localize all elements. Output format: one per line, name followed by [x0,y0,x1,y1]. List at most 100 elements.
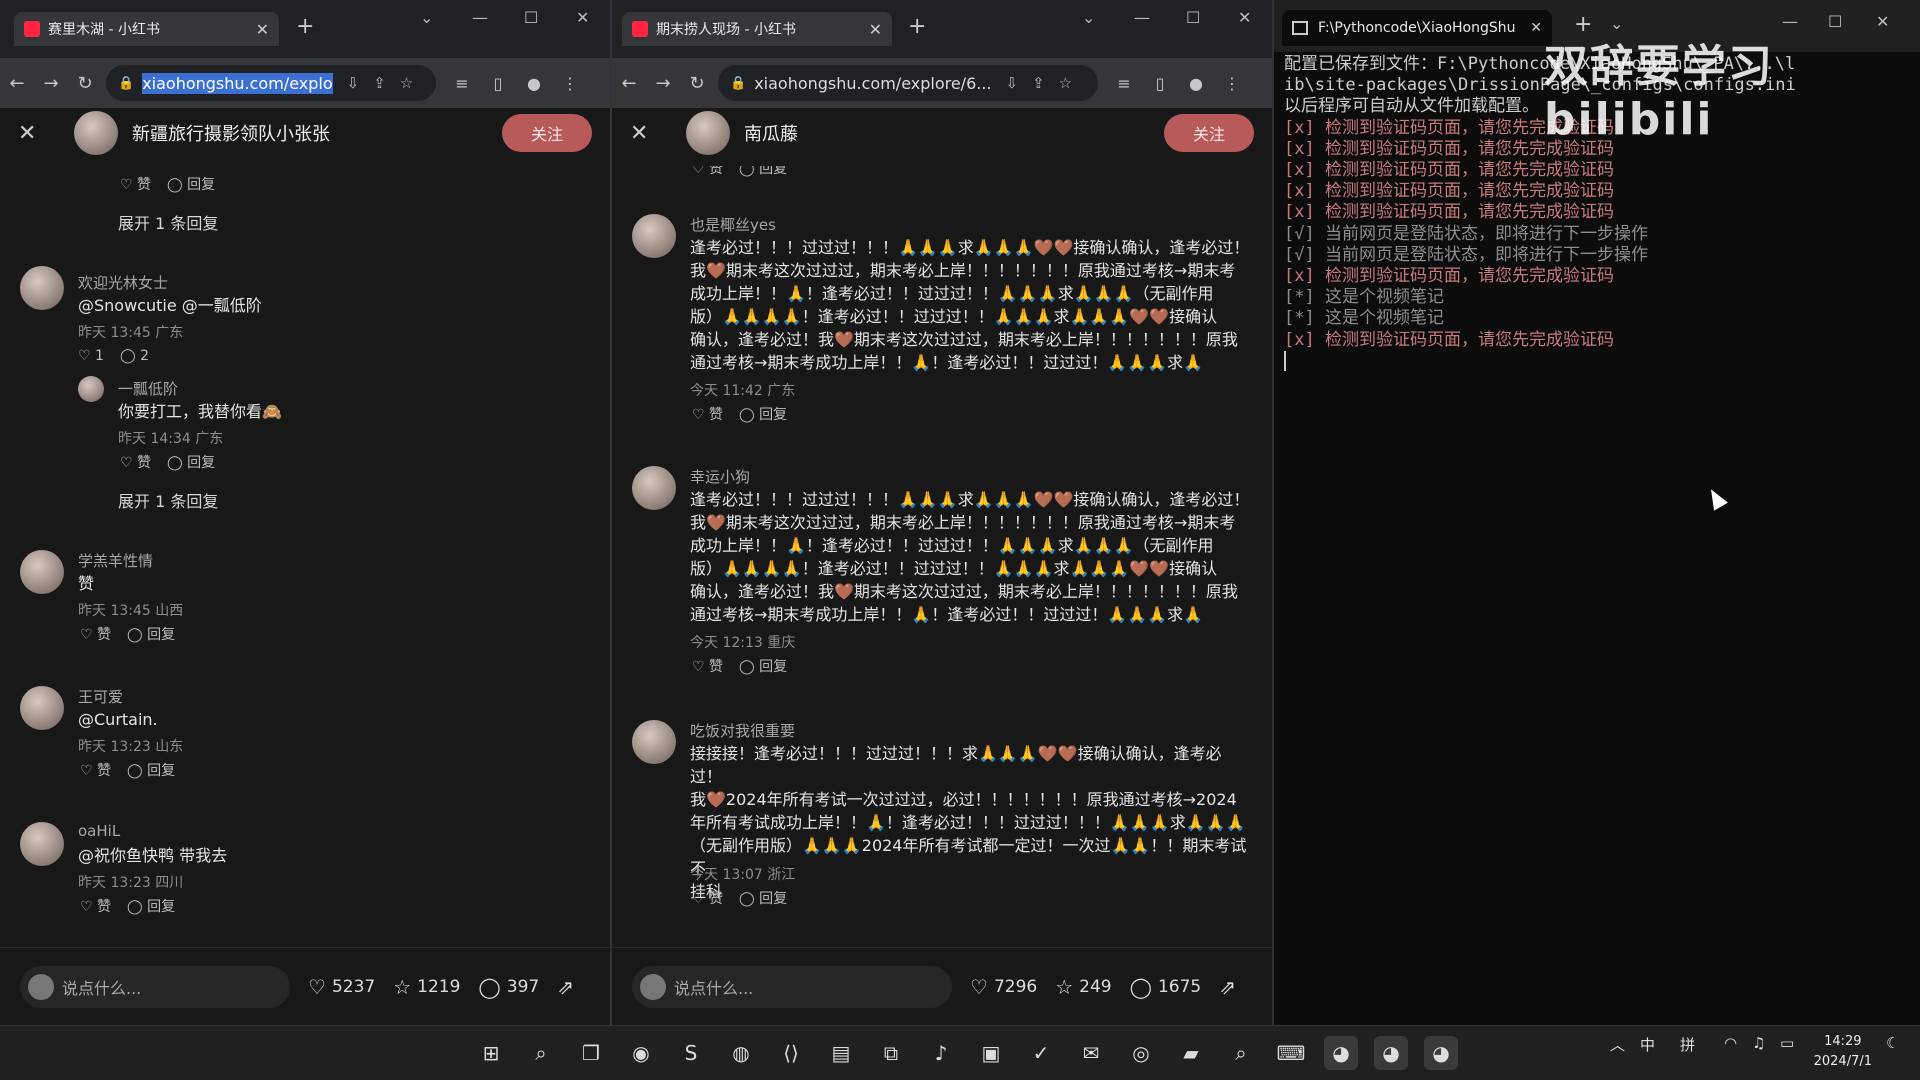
commenter-avatar[interactable] [20,266,64,310]
close-tab-icon[interactable]: ✕ [1530,20,1542,36]
address-bar[interactable]: 🔒 xiaohongshu.com/explo ⇩ ⇪ ☆ [106,65,436,101]
reply-button[interactable]: ◯ 回复 [167,177,215,193]
browser-app-icon[interactable]: ◎ [1124,1036,1158,1070]
comment-stat[interactable]: ◯ 1675 [1130,975,1202,999]
install-icon[interactable]: ⇩ [347,74,360,92]
follow-button[interactable]: 关注 [502,114,592,152]
new-tab-icon[interactable]: + [908,14,926,39]
like-button[interactable]: ♡ 赞 [692,659,723,675]
commenter-avatar[interactable] [20,550,64,594]
side-panel-icon[interactable]: ▯ [480,74,516,93]
close-note-icon[interactable]: ✕ [18,121,58,146]
commenter-name[interactable]: 欢迎光林女士 [78,272,168,293]
maximize-icon[interactable]: ☐ [1186,8,1200,27]
back-icon[interactable]: ← [0,73,34,94]
firefox-icon[interactable]: ◍ [724,1036,758,1070]
close-tab-icon[interactable]: ✕ [256,20,269,39]
commenter-avatar[interactable] [20,822,64,866]
expand-replies-link[interactable]: 展开 1 条回复 [118,210,218,234]
install-icon[interactable]: ⇩ [1006,74,1019,92]
ime-mode[interactable]: 拼 [1680,1034,1695,1055]
reply-button[interactable]: ◯ 回复 [739,407,787,423]
back-icon[interactable]: ← [612,73,646,94]
reply-button[interactable]: ◯ 回复 [127,627,175,643]
address-bar[interactable]: 🔒 xiaohongshu.com/explore/6... ⇩ ⇪ ☆ [718,65,1098,101]
reading-list-icon[interactable]: ≡ [1106,74,1142,93]
close-tab-icon[interactable]: ✕ [869,20,882,39]
commenter-name[interactable]: 王可爱 [78,686,123,707]
ime-language[interactable]: 中 [1640,1034,1655,1055]
file-explorer-icon[interactable]: ▰ [1174,1036,1208,1070]
commenter-avatar[interactable] [78,376,104,402]
commenter-avatar[interactable] [632,466,676,510]
photo-app-icon[interactable]: ▣ [974,1036,1008,1070]
comments-list[interactable]: ♡ 赞 ◯ 回复 展开 1 条回复 欢迎光林女士 @Snowcutie @一瓢低阶… [0,166,610,947]
commenter-avatar[interactable] [20,686,64,730]
menu-icon[interactable]: ⋮ [552,74,588,93]
side-panel-icon[interactable]: ▯ [1142,74,1178,93]
reload-icon[interactable]: ↻ [68,73,102,94]
bookmark-star-icon[interactable]: ☆ [1059,74,1072,92]
share-icon[interactable]: ⇪ [373,74,386,92]
share-stat[interactable]: ⇗ [1219,975,1242,999]
reply-button[interactable]: ◯ 回复 [739,166,787,177]
close-window-icon[interactable]: ✕ [1876,12,1889,31]
browser-tab[interactable]: 期末捞人现场 - 小红书 ✕ [622,12,892,46]
like-button[interactable]: ♡ 赞 [80,627,111,643]
star-stat[interactable]: ☆ 1219 [393,975,460,999]
check-app-icon[interactable]: ✓ [1024,1036,1058,1070]
music-app-icon[interactable]: ♪ [924,1036,958,1070]
like-stat[interactable]: ♡ 5237 [308,975,375,999]
comment-stat[interactable]: ◯ 397 [478,975,539,999]
maximize-icon[interactable]: ☐ [1828,12,1842,31]
maximize-icon[interactable]: ☐ [524,8,538,27]
close-note-icon[interactable]: ✕ [630,121,670,146]
battery-icon[interactable]: ▭ [1780,1034,1794,1052]
minimize-icon[interactable]: — [472,8,488,27]
terminal-tab[interactable]: F:\Pythoncode\XiaoHongShu ✕ [1282,10,1552,46]
commenter-avatar[interactable] [632,214,676,258]
expand-replies-link[interactable]: 展开 1 条回复 [118,488,218,512]
notification-icon[interactable]: ☾ [1886,1034,1899,1052]
notepad-icon[interactable]: ▤ [824,1036,858,1070]
bookmark-star-icon[interactable]: ☆ [400,74,413,92]
like-button[interactable]: ♡ 赞 [692,407,723,423]
start-menu-icon[interactable]: ⊞ [474,1036,508,1070]
reply-button[interactable]: ◯ 回复 [739,659,787,675]
browser-tab[interactable]: 赛里木湖 - 小红书 ✕ [14,12,279,46]
profile-icon[interactable]: ● [516,74,552,93]
minimize-icon[interactable]: — [1134,8,1150,27]
volume-icon[interactable]: ♫ [1752,1034,1765,1052]
chrome-icon[interactable]: ◕ [1424,1036,1458,1070]
minimize-icon[interactable]: — [1782,12,1798,31]
search-app-icon[interactable]: ⌕ [1224,1036,1258,1070]
reload-icon[interactable]: ↻ [680,73,714,94]
tab-search-icon[interactable]: ⌄ [420,8,433,27]
task-view-icon[interactable]: ❐ [574,1036,608,1070]
share-stat[interactable]: ⇗ [557,975,580,999]
reading-list-icon[interactable]: ≡ [444,74,480,93]
forward-icon[interactable]: → [34,73,68,94]
sublime-icon[interactable]: S [674,1036,708,1070]
reply-button[interactable]: ◯ 回复 [127,899,175,915]
terminal-app-icon[interactable]: ⌨ [1274,1036,1308,1070]
like-button[interactable]: ♡ 赞 [120,177,151,193]
commenter-name[interactable]: 学羔羊性情 [78,550,153,571]
forward-icon[interactable]: → [646,73,680,94]
menu-icon[interactable]: ⋮ [1214,74,1250,93]
system-clock[interactable]: 14:29 2024/7/1 [1814,1032,1872,1072]
commenter-name[interactable]: 也是椰丝yes [690,214,776,235]
like-button[interactable]: ♡ 1 [78,348,104,364]
commenter-name[interactable]: 吃饭对我很重要 [690,720,795,741]
reply-button[interactable]: ◯ 2 [120,348,149,364]
search-icon[interactable]: ⌕ [524,1036,558,1070]
new-tab-icon[interactable]: + [296,14,314,39]
commenter-avatar[interactable] [632,720,676,764]
close-window-icon[interactable]: ✕ [1238,8,1251,27]
author-name[interactable]: 南瓜藤 [744,120,798,146]
follow-button[interactable]: 关注 [1164,114,1254,152]
reply-button[interactable]: ◯ 回复 [739,891,787,907]
like-button[interactable]: ♡ 赞 [120,455,151,471]
like-button[interactable]: ♡ 赞 [692,891,723,907]
edge-icon[interactable]: ◉ [624,1036,658,1070]
